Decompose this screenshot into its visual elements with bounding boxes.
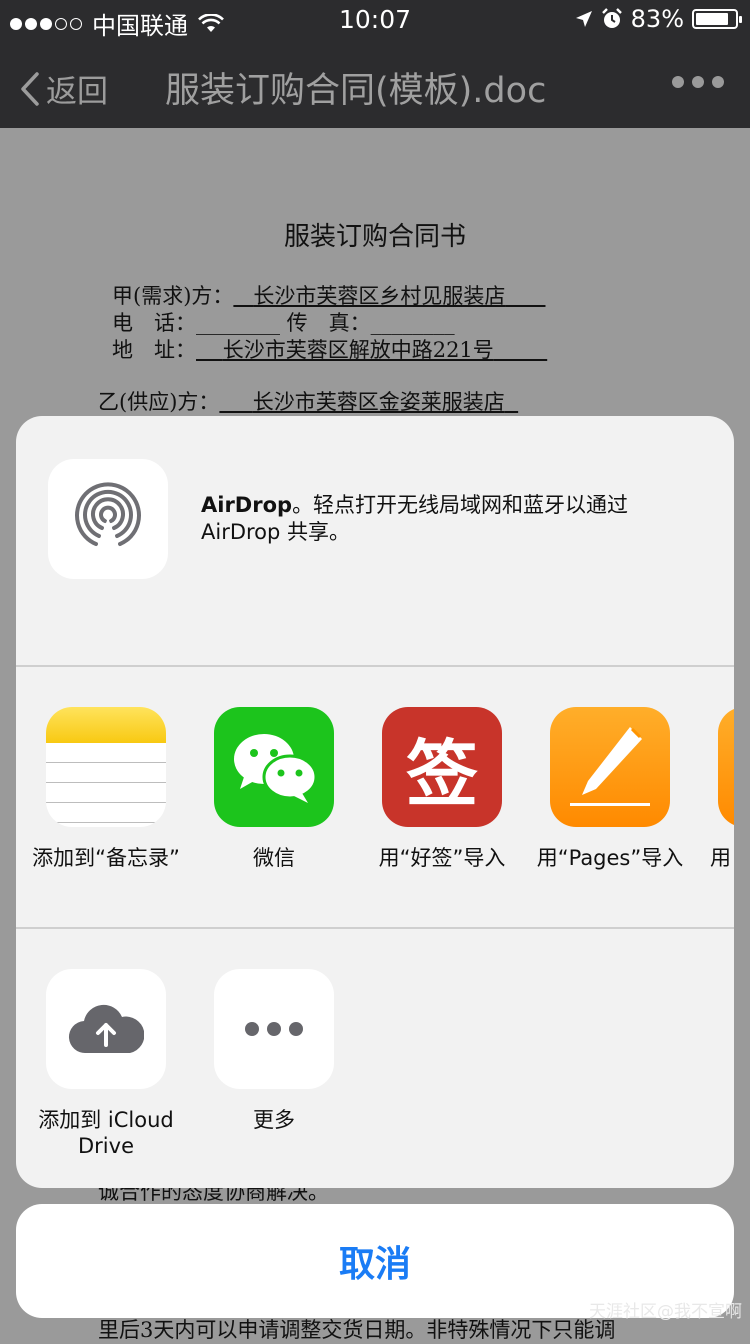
share-app-notes[interactable]: 添加到“备忘录” [22, 707, 190, 871]
alarm-icon [601, 8, 622, 28]
action-label: 添加到 iCloud Drive [38, 1108, 174, 1158]
share-app-wechat[interactable]: 微信 [190, 707, 358, 871]
share-app-partial[interactable]: 用 [694, 707, 734, 871]
line-value: ________ 传 真：________ [196, 311, 455, 335]
line-value: 长沙市芙蓉区解放中路221号 [222, 338, 494, 362]
share-app-label: 添加到“备忘录” [32, 846, 180, 870]
battery-fill [696, 13, 728, 25]
share-app-label: 用 [710, 846, 731, 870]
line-label: 电 话： [112, 311, 196, 335]
line-value: 长沙市芙蓉区乡村见服装店 [253, 284, 506, 308]
ellipsis-dot-icon [672, 76, 684, 88]
document-line: 乙(供应)方： 长沙市芙蓉区金姿莱服装店 [98, 386, 518, 416]
battery-percent: 83% [630, 5, 684, 33]
watermark: 天涯社区@我不宣啊 [589, 1302, 742, 1322]
line-label: 地 址： [112, 338, 196, 362]
chevron-left-icon [21, 71, 39, 106]
share-apps-row: 添加到“备忘录” 微信 签 用“好签”导入 用“Pages”导入 用 [16, 667, 734, 927]
document-line: 地 址： 长沙市芙蓉区解放中路221号 [112, 334, 547, 364]
share-app-pages[interactable]: 用“Pages”导入 [526, 707, 694, 871]
document-line: 里后3天内可以申请调整交货日期。非特殊情况下只能调 [98, 1318, 616, 1342]
icloud-upload-icon [46, 969, 166, 1089]
haoqian-glyph: 签 [405, 730, 478, 816]
document-line: 甲(需求)方： 长沙市芙蓉区乡村见服装店 [112, 280, 545, 310]
back-label: 返回 [46, 74, 108, 110]
airdrop-icon[interactable] [48, 459, 168, 579]
ellipsis-dot-icon [692, 76, 704, 88]
airdrop-section: AirDrop。轻点打开无线局域网和蓝牙以通过 AirDrop 共享。 [16, 416, 734, 666]
action-label: 更多 [253, 1108, 295, 1132]
app-partial-icon [718, 707, 734, 827]
navigation-bar: 返回 服装订购合同(模板).doc [0, 40, 750, 128]
line-value: 长沙市芙蓉区金姿莱服装店 [252, 390, 505, 414]
haoqian-icon: 签 [382, 707, 502, 827]
location-arrow-icon [575, 11, 592, 27]
document-line: 电 话：________ 传 真：________ [112, 307, 455, 337]
notes-icon [46, 707, 166, 827]
share-app-label: 用“好签”导入 [378, 846, 506, 870]
document-title: 服装订购合同书 [283, 222, 466, 252]
line-label: 乙(供应)方： [98, 390, 220, 414]
back-button[interactable]: 返回 [20, 66, 108, 111]
wechat-icon [214, 707, 334, 827]
airdrop-rings-icon [75, 482, 141, 546]
airdrop-description: AirDrop。轻点打开无线局域网和蓝牙以通过 AirDrop 共享。 [201, 492, 701, 546]
share-app-label: 微信 [253, 846, 295, 870]
ellipsis-dot-icon [712, 76, 724, 88]
airdrop-title: AirDrop [201, 493, 293, 517]
share-app-label: 用“Pages”导入 [536, 846, 684, 870]
more-icon [214, 969, 334, 1089]
pages-icon [550, 707, 670, 827]
status-bar: 中国联通 10:07 83% [0, 0, 750, 40]
share-app-haoqian[interactable]: 签 用“好签”导入 [358, 707, 526, 871]
action-more[interactable]: 更多 [190, 969, 358, 1133]
action-add-to-icloud-drive[interactable]: 添加到 iCloud Drive [22, 969, 190, 1159]
battery-icon [692, 9, 742, 29]
share-sheet: AirDrop。轻点打开无线局域网和蓝牙以通过 AirDrop 共享。 添加到“… [16, 416, 734, 1188]
page-title: 服装订购合同(模板).doc [165, 71, 547, 111]
line-label: 甲(需求)方： [112, 284, 234, 308]
share-actions-row: 添加到 iCloud Drive 更多 [16, 929, 734, 1188]
more-options-button[interactable] [672, 76, 724, 88]
